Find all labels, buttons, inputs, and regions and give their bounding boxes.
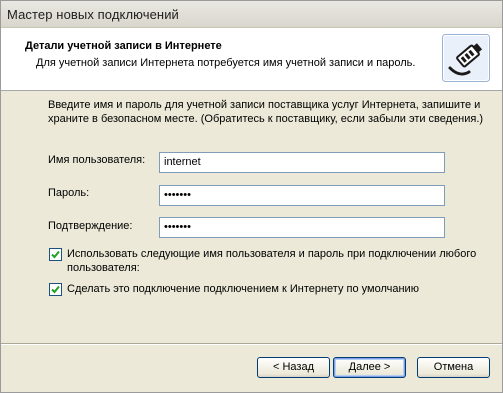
wizard-content: Введите имя и пароль для учетной записи … bbox=[1, 91, 502, 345]
page-title: Детали учетной записи в Интернете bbox=[25, 40, 222, 52]
network-cable-plug-icon bbox=[442, 34, 490, 82]
divider bbox=[1, 343, 502, 345]
cancel-button[interactable]: Отмена bbox=[417, 357, 490, 378]
username-label: Имя пользователя: bbox=[48, 154, 146, 166]
title-bar[interactable]: Мастер новых подключений bbox=[1, 1, 502, 28]
default-connection-label: Сделать это подключение подключением к И… bbox=[67, 283, 419, 295]
default-connection-checkbox[interactable] bbox=[49, 283, 62, 296]
confirm-password-input[interactable] bbox=[159, 217, 445, 238]
back-button[interactable]: < Назад bbox=[257, 357, 330, 378]
password-input[interactable] bbox=[159, 185, 445, 206]
window-title: Мастер новых подключений bbox=[7, 7, 179, 22]
checkmark-icon bbox=[51, 285, 60, 294]
confirm-password-label: Подтверждение: bbox=[48, 220, 133, 232]
wizard-header: Детали учетной записи в Интернете Для уч… bbox=[1, 28, 502, 91]
next-button[interactable]: Далее > bbox=[333, 357, 406, 378]
password-label: Пароль: bbox=[48, 187, 90, 199]
checkmark-icon bbox=[51, 250, 60, 259]
intro-text: Введите имя и пароль для учетной записи … bbox=[48, 99, 484, 125]
page-subtitle: Для учетной записи Интернета потребуется… bbox=[36, 57, 416, 69]
use-for-all-users-checkbox[interactable] bbox=[49, 248, 62, 261]
wizard-window: Мастер новых подключений Детали учетной … bbox=[0, 0, 503, 393]
username-input[interactable] bbox=[159, 152, 445, 173]
use-for-all-users-label: Использовать следующие имя пользователя … bbox=[67, 248, 477, 274]
